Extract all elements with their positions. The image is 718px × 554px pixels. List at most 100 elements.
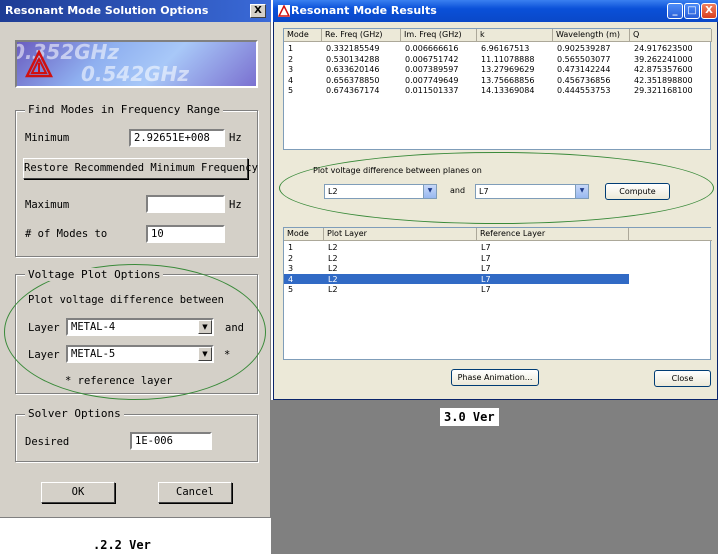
plot-layer-cell: L7 — [481, 285, 491, 294]
results-cell: 0.006666616 — [405, 44, 459, 53]
minimum-unit-label: Hz — [229, 132, 242, 144]
results-cell: 42.875357600 — [634, 65, 693, 74]
voltage-plot-title: Voltage Plot Options — [25, 268, 164, 281]
ansoft-logo-icon — [25, 50, 53, 78]
minimum-frequency-input[interactable]: 2.92651E+008 — [129, 129, 225, 147]
results-cell: 2 — [288, 54, 294, 64]
chevron-down-icon[interactable]: ▼ — [575, 185, 588, 198]
results-header-mode[interactable]: Mode — [284, 29, 322, 42]
reference-asterisk: * — [224, 349, 231, 361]
results-cell: 0.011501337 — [405, 86, 459, 95]
close-icon: X — [705, 5, 713, 16]
plot-layer-cell: 3 — [288, 264, 294, 273]
results-cell: 0.565503077 — [557, 54, 611, 64]
minimize-button[interactable]: _ — [667, 3, 683, 19]
plot-header-blank — [629, 228, 712, 241]
plot-layer-cell: L2 — [328, 253, 338, 263]
results-header-wavelength[interactable]: Wavelength (m) — [553, 29, 630, 42]
results-cell: 0.674367174 — [326, 86, 380, 95]
layer-label-1: Layer — [28, 322, 60, 334]
close-icon: X — [254, 5, 262, 16]
plot-layer-cell: 5 — [288, 285, 294, 294]
results-cell: 0.332185549 — [326, 44, 380, 53]
restore-minimum-frequency-button[interactable]: Restore Recommended Minimum Frequency — [23, 158, 258, 179]
chevron-down-icon[interactable]: ▼ — [198, 347, 212, 361]
left-close-button[interactable]: X — [250, 4, 266, 18]
ok-button[interactable]: OK — [41, 482, 115, 503]
plot-header-reference-layer[interactable]: Reference Layer — [477, 228, 629, 241]
compute-button[interactable]: Compute — [605, 183, 670, 200]
banner-text-2: 0.542GHz — [81, 62, 190, 86]
results-cell: 0.656378850 — [326, 75, 380, 85]
maximum-label: Maximum — [25, 199, 70, 211]
plane-2-value: L7 — [479, 187, 489, 196]
plot-header-mode[interactable]: Mode — [284, 228, 324, 241]
desired-label: Desired — [25, 436, 70, 448]
results-cell: 0.444553753 — [557, 86, 611, 95]
layer-1-value: METAL-4 — [71, 321, 116, 333]
results-title: Resonant Mode Results — [291, 4, 437, 17]
left-dialog-titlebar: Resonant Mode Solution Options — [0, 0, 271, 22]
results-cell: 0.007389597 — [405, 65, 459, 74]
plot-planes-label: Plot voltage difference between planes o… — [313, 166, 482, 175]
left-dialog-title: Resonant Mode Solution Options — [5, 4, 209, 17]
maximum-frequency-input[interactable] — [146, 195, 225, 213]
results-cell: 0.006751742 — [405, 54, 459, 64]
desired-accuracy-input[interactable]: 1E-006 — [130, 432, 212, 450]
plane-1-value: L2 — [328, 187, 338, 196]
chevron-down-icon[interactable]: ▼ — [198, 320, 212, 334]
results-cell: 0.633620146 — [326, 65, 380, 74]
cancel-button[interactable]: Cancel — [158, 482, 232, 503]
plot-layer-cell: L2 — [328, 274, 338, 284]
modes-count-input[interactable]: 10 — [146, 225, 225, 243]
close-button[interactable]: X — [701, 3, 717, 19]
and-label: and — [225, 322, 244, 334]
results-cell: 0.456736856 — [557, 75, 611, 85]
results-cell: 0.902539287 — [557, 44, 611, 53]
plot-layer-cell: L2 — [328, 264, 338, 273]
results-header-k[interactable]: k — [477, 29, 553, 42]
plot-layer-cell: L7 — [481, 274, 491, 284]
results-cell: 0.473142244 — [557, 65, 611, 74]
results-titlebar: Resonant Mode Results — [273, 0, 718, 22]
results-cell: 11.11078888 — [481, 54, 535, 64]
layer-2-select[interactable]: METAL-5 ▼ — [66, 345, 214, 363]
results-cell: 6.96167513 — [481, 44, 530, 53]
results-cell: 39.262241000 — [634, 54, 693, 64]
version-caption-30: 3.0 Ver — [440, 408, 499, 426]
layer-label-2: Layer — [28, 349, 60, 361]
results-cell: 24.917623500 — [634, 44, 693, 53]
modes-count-label: # of Modes to — [25, 228, 108, 240]
chevron-down-icon[interactable]: ▼ — [423, 185, 436, 198]
results-cell: 0.530134288 — [326, 54, 380, 64]
plot-header-plot-layer[interactable]: Plot Layer — [324, 228, 477, 241]
minimize-icon: _ — [672, 5, 678, 16]
layer-2-value: METAL-5 — [71, 348, 116, 360]
results-table[interactable]: Mode Re. Freq (GHz) Im. Freq (GHz) k Wav… — [283, 28, 712, 150]
maximize-button[interactable]: □ — [684, 3, 700, 19]
minimum-label: Minimum — [25, 132, 70, 144]
voltage-plot-description: Plot voltage difference between — [28, 294, 224, 306]
plot-layer-cell: L7 — [481, 264, 491, 273]
results-cell: 13.27969629 — [481, 65, 535, 74]
plane-1-select[interactable]: L2 ▼ — [324, 184, 437, 199]
plot-layer-cell: L2 — [328, 243, 338, 252]
find-modes-title: Find Modes in Frequency Range — [25, 103, 224, 116]
results-header-q[interactable]: Q — [630, 29, 712, 42]
version-caption-22: .2.2 Ver — [93, 538, 151, 552]
phase-animation-button[interactable]: Phase Animation... — [451, 369, 539, 386]
plot-layer-cell: 1 — [288, 243, 294, 252]
results-cell: 13.75668856 — [481, 75, 535, 85]
reference-layer-note: * reference layer — [65, 375, 173, 387]
plane-2-select[interactable]: L7 ▼ — [475, 184, 589, 199]
maximum-unit-label: Hz — [229, 199, 242, 211]
results-cell: 14.13369084 — [481, 86, 535, 95]
results-header-re-freq[interactable]: Re. Freq (GHz) — [322, 29, 401, 42]
layer-1-select[interactable]: METAL-4 ▼ — [66, 318, 214, 336]
results-header-im-freq[interactable]: Im. Freq (GHz) — [401, 29, 477, 42]
results-cell: 42.351898800 — [634, 75, 693, 85]
close-window-button[interactable]: Close — [654, 370, 711, 387]
plot-layer-cell: 4 — [288, 274, 294, 284]
plot-layer-table[interactable]: Mode Plot Layer Reference Layer 1 L2 L7 2 L2… — [283, 227, 712, 360]
planes-and-label: and — [450, 186, 466, 195]
